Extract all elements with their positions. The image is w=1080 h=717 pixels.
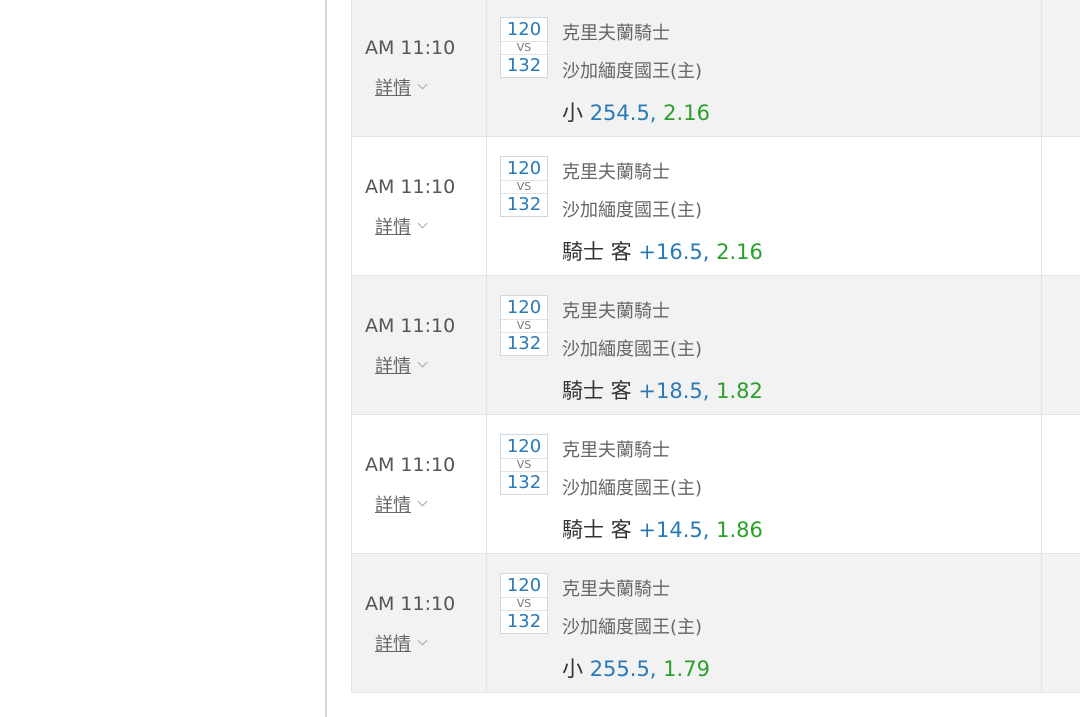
pick-line: +14.5,: [638, 518, 710, 542]
bet-row: AM 11:10 詳情 120 VS 132 克里夫蘭騎士 沙加緬度國王(主) …: [352, 0, 1080, 137]
game-time: AM 11:10: [365, 593, 456, 615]
details-toggle[interactable]: 詳情: [375, 352, 428, 378]
away-team-name: 克里夫蘭騎士: [562, 301, 670, 322]
bet-pick: 騎士 客 +14.5, 1.86: [562, 514, 763, 544]
details-label: 詳情: [375, 634, 411, 655]
gutter: [327, 0, 351, 717]
pick-side: 小: [562, 101, 583, 125]
away-score: 120: [506, 297, 542, 318]
bet-pick: 騎士 客 +16.5, 2.16: [562, 236, 763, 266]
pick-side: 騎士 客: [562, 240, 632, 264]
right-cell: [1042, 137, 1080, 275]
pick-line: +16.5,: [638, 240, 710, 264]
pick-side: 騎士 客: [562, 518, 632, 542]
game-time: AM 11:10: [365, 176, 456, 198]
match-info-cell: 120 VS 132 克里夫蘭騎士 沙加緬度國王(主) 騎士 客 +14.5, …: [487, 415, 1042, 553]
home-team-name: 沙加緬度國王(主): [562, 200, 703, 221]
match-info-cell: 120 VS 132 克里夫蘭騎士 沙加緬度國王(主) 小 255.5, 1.7…: [487, 554, 1042, 692]
bet-pick: 小 254.5, 2.16: [562, 97, 710, 127]
pick-odds: 2.16: [663, 101, 710, 125]
away-team-name: 克里夫蘭騎士: [562, 440, 670, 461]
right-cell: [1042, 0, 1080, 136]
home-score: 132: [506, 333, 542, 354]
pick-side: 騎士 客: [562, 379, 632, 403]
bet-pick: 騎士 客 +18.5, 1.82: [562, 375, 763, 405]
away-team-name: 克里夫蘭騎士: [562, 579, 670, 600]
score-box: 120 VS 132: [500, 434, 548, 495]
pick-line: 254.5,: [589, 101, 657, 125]
pick-line: 255.5,: [589, 657, 657, 681]
away-team-name: 克里夫蘭騎士: [562, 162, 670, 183]
home-team-name: 沙加緬度國王(主): [562, 61, 703, 82]
game-time: AM 11:10: [365, 37, 456, 59]
time-cell: AM 11:10 詳情: [352, 276, 487, 414]
bet-row: AM 11:10 詳情 120 VS 132 克里夫蘭騎士 沙加緬度國王(主) …: [352, 554, 1080, 693]
time-cell: AM 11:10 詳情: [352, 554, 487, 692]
bet-row: AM 11:10 詳情 120 VS 132 克里夫蘭騎士 沙加緬度國王(主) …: [352, 276, 1080, 415]
details-label: 詳情: [375, 356, 411, 377]
away-score: 120: [506, 575, 542, 596]
home-score: 132: [506, 194, 542, 215]
chevron-down-icon: [417, 496, 428, 507]
right-cell: [1042, 276, 1080, 414]
details-toggle[interactable]: 詳情: [375, 213, 428, 239]
home-team-name: 沙加緬度國王(主): [562, 478, 703, 499]
right-cell: [1042, 415, 1080, 553]
details-label: 詳情: [375, 78, 411, 99]
game-time: AM 11:10: [365, 454, 456, 476]
pick-odds: 2.16: [716, 240, 763, 264]
details-label: 詳情: [375, 495, 411, 516]
vs-label: VS: [501, 180, 547, 194]
pick-odds: 1.79: [663, 657, 710, 681]
match-info-cell: 120 VS 132 克里夫蘭騎士 沙加緬度國王(主) 騎士 客 +16.5, …: [487, 137, 1042, 275]
chevron-down-icon: [417, 635, 428, 646]
vs-label: VS: [501, 319, 547, 333]
match-info-cell: 120 VS 132 克里夫蘭騎士 沙加緬度國王(主) 小 254.5, 2.1…: [487, 0, 1042, 136]
bet-list: AM 11:10 詳情 120 VS 132 克里夫蘭騎士 沙加緬度國王(主) …: [351, 0, 1080, 693]
home-team-name: 沙加緬度國王(主): [562, 339, 703, 360]
away-score: 120: [506, 436, 542, 457]
left-panel: [0, 0, 327, 717]
bet-row: AM 11:10 詳情 120 VS 132 克里夫蘭騎士 沙加緬度國王(主) …: [352, 415, 1080, 554]
away-score: 120: [506, 19, 542, 40]
home-score: 132: [506, 472, 542, 493]
match-info-cell: 120 VS 132 克里夫蘭騎士 沙加緬度國王(主) 騎士 客 +18.5, …: [487, 276, 1042, 414]
bet-row: AM 11:10 詳情 120 VS 132 克里夫蘭騎士 沙加緬度國王(主) …: [352, 137, 1080, 276]
pick-odds: 1.86: [716, 518, 763, 542]
away-score: 120: [506, 158, 542, 179]
bet-pick: 小 255.5, 1.79: [562, 653, 710, 683]
pick-side: 小: [562, 657, 583, 681]
details-toggle[interactable]: 詳情: [375, 491, 428, 517]
home-score: 132: [506, 55, 542, 76]
details-label: 詳情: [375, 217, 411, 238]
time-cell: AM 11:10 詳情: [352, 415, 487, 553]
home-team-name: 沙加緬度國王(主): [562, 617, 703, 638]
score-box: 120 VS 132: [500, 156, 548, 217]
pick-line: +18.5,: [638, 379, 710, 403]
right-cell: [1042, 554, 1080, 692]
time-cell: AM 11:10 詳情: [352, 137, 487, 275]
score-box: 120 VS 132: [500, 17, 548, 78]
details-toggle[interactable]: 詳情: [375, 630, 428, 656]
vs-label: VS: [501, 458, 547, 472]
chevron-down-icon: [417, 357, 428, 368]
chevron-down-icon: [417, 218, 428, 229]
score-box: 120 VS 132: [500, 295, 548, 356]
score-box: 120 VS 132: [500, 573, 548, 634]
away-team-name: 克里夫蘭騎士: [562, 23, 670, 44]
details-toggle[interactable]: 詳情: [375, 74, 428, 100]
vs-label: VS: [501, 597, 547, 611]
game-time: AM 11:10: [365, 315, 456, 337]
pick-odds: 1.82: [716, 379, 763, 403]
chevron-down-icon: [417, 79, 428, 90]
home-score: 132: [506, 611, 542, 632]
time-cell: AM 11:10 詳情: [352, 0, 487, 136]
vs-label: VS: [501, 41, 547, 55]
